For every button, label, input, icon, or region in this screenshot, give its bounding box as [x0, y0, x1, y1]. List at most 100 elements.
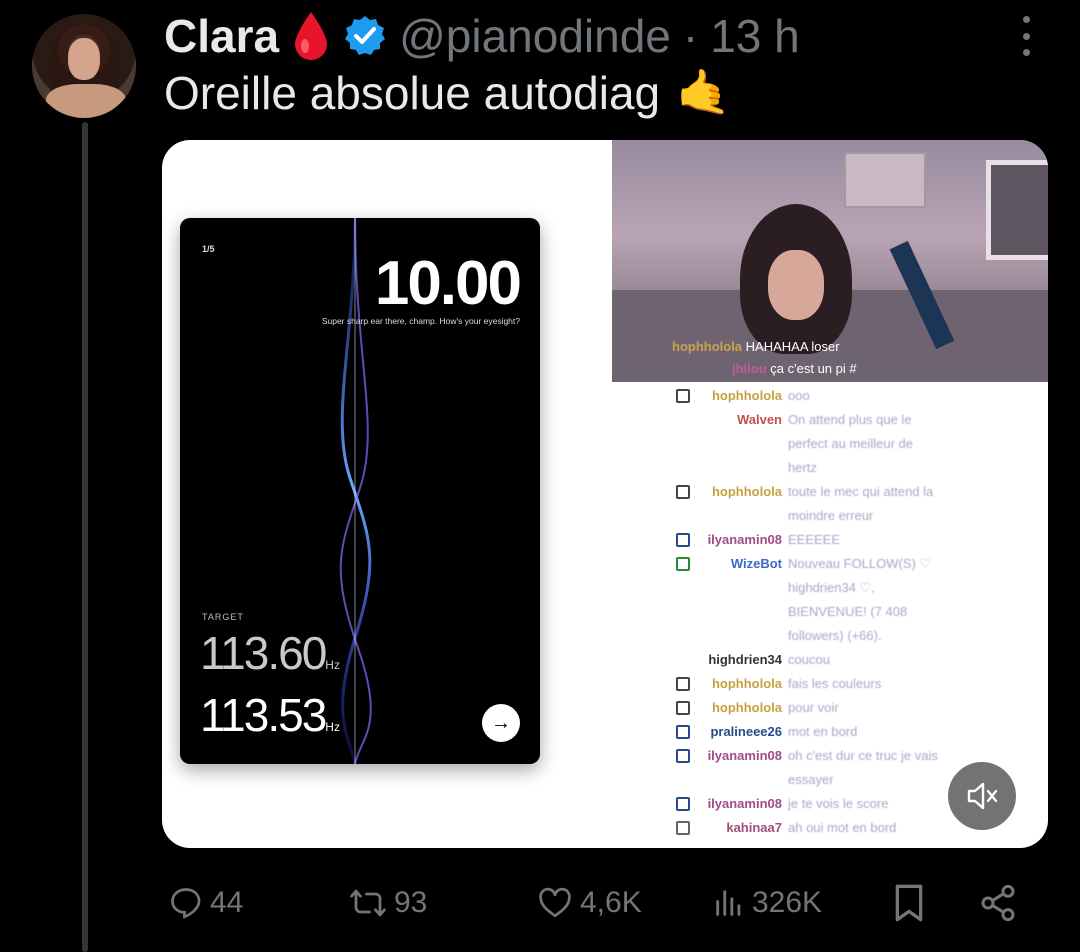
retweet-button[interactable]: 93	[348, 872, 427, 934]
chat-badge-icon	[676, 389, 690, 403]
tweet-text: Oreille absolue autodiag 🤙	[164, 66, 731, 120]
wall-frame	[844, 152, 926, 208]
reply-count: 44	[210, 886, 244, 919]
chat-message: toute le mec qui attend la	[788, 484, 934, 499]
chat-row: ilyanamin08 EEEEEE	[612, 528, 1048, 552]
chat-username[interactable]: hophholola	[712, 480, 782, 504]
score-blurb: Super sharp ear there, champ. How's your…	[321, 316, 520, 326]
streamer-face	[768, 250, 824, 320]
mirror	[986, 160, 1048, 260]
chat-message: hertz	[788, 460, 817, 475]
chat-message: je te vois le score	[788, 796, 889, 811]
chat-row: moindre erreur	[612, 504, 1048, 528]
thread-line	[82, 122, 88, 952]
verified-badge-icon[interactable]	[343, 14, 387, 58]
chat-badge-icon	[676, 701, 690, 715]
chat-message: oh c'est dur ce truc je vais	[788, 748, 938, 763]
chat-message: coucou	[788, 652, 830, 667]
chat-row: perfect au meilleur de	[612, 432, 1048, 456]
chat-username[interactable]: hophholola	[712, 384, 782, 408]
view-count: 326K	[752, 886, 823, 919]
answer-number: 113.53	[200, 689, 327, 741]
chat-message: perfect au meilleur de	[788, 436, 914, 451]
more-dot	[1022, 49, 1030, 56]
webcam-overlay: hophholola HAHAHAA loser jhilou ça c'est…	[612, 140, 1048, 382]
chat-message: fais les couleurs	[788, 676, 882, 691]
reply-icon	[171, 888, 201, 919]
overlay-chat-user: jhilou	[732, 361, 767, 376]
target-unit: Hz	[325, 658, 340, 672]
like-button[interactable]: 4,6K	[536, 872, 642, 934]
overlay-chat-message: HAHAHAA loser	[745, 339, 840, 354]
question-counter: 1/5	[202, 244, 215, 254]
chat-badge-icon	[676, 677, 690, 691]
chat-message: BIENVENUE! (7 408	[788, 604, 908, 619]
chat-row: hophholola toute le mec qui attend la	[612, 480, 1048, 504]
views-button[interactable]: 326K	[712, 872, 822, 934]
tweet-time[interactable]: 13 h	[710, 9, 800, 63]
overlay-chat: hophholola HAHAHAA loser jhilou ça c'est…	[672, 336, 857, 380]
more-options-icon[interactable]	[1014, 16, 1038, 56]
answer-frequency: 113.53Hz	[200, 688, 340, 742]
chat-username[interactable]: ilyanamin08	[708, 792, 782, 816]
chat-username[interactable]: pralineee26	[710, 720, 782, 744]
answer-unit: Hz	[325, 720, 340, 734]
views-chart-icon	[716, 890, 741, 916]
chat-row: hertz	[612, 456, 1048, 480]
chat-row: hophholola pour voir	[612, 696, 1048, 720]
chat-username[interactable]: hophholola	[712, 672, 782, 696]
chat-username[interactable]: Walven	[737, 408, 782, 432]
chat-row: WizeBot Nouveau FOLLOW(S) ♡	[612, 552, 1048, 576]
chat-username[interactable]: ilyanamin08	[708, 528, 782, 552]
call-me-hand-emoji: 🤙	[676, 68, 731, 117]
chat-message: ah oui mot en bord	[788, 820, 897, 835]
author-name[interactable]: Clara	[164, 9, 279, 63]
chat-row: highdrien34 coucou	[612, 648, 1048, 672]
chat-username[interactable]: highdrien34	[708, 648, 782, 672]
avatar[interactable]	[32, 14, 136, 118]
chat-message: followers) (+66).	[788, 628, 882, 643]
tweet-media[interactable]: 1/5 10.00 Super sharp ear there, champ. …	[162, 140, 1048, 848]
author-handle[interactable]: @pianodinde	[399, 9, 671, 63]
more-dot	[1022, 32, 1030, 40]
chat-message: moindre erreur	[788, 508, 874, 523]
next-arrow-button: →	[482, 704, 520, 742]
chat-row: pralineee26 mot en bord	[612, 720, 1048, 744]
chat-message: EEEEEE	[788, 532, 841, 547]
reply-button[interactable]: 44	[168, 872, 243, 934]
separator-dot: ·	[682, 10, 699, 62]
like-count: 4,6K	[580, 886, 642, 919]
overlay-chat-row: jhilou ça c'est un pi #	[672, 358, 857, 380]
chat-username[interactable]: WizeBot	[731, 552, 782, 576]
chat-message: On attend plus que le	[788, 412, 912, 427]
tweet-header: Clara @pianodinde · 13 h	[164, 8, 800, 64]
chat-badge-icon	[676, 821, 690, 835]
bookmark-button[interactable]	[892, 872, 926, 934]
score-value: 10.00	[374, 249, 522, 318]
chat-message: mot en bord	[788, 724, 858, 739]
chat-badge-icon	[676, 797, 690, 811]
chat-badge-icon	[676, 749, 690, 763]
chat-message: highdrien34 ♡,	[788, 580, 875, 595]
target-label: TARGET	[202, 612, 244, 622]
chat-row: Walven On attend plus que le	[612, 408, 1048, 432]
phone-screenshot: 1/5 10.00 Super sharp ear there, champ. …	[180, 218, 540, 764]
chat-badge-icon	[676, 485, 690, 499]
chat-badge-icon	[676, 557, 690, 571]
chat-message: essayer	[788, 772, 834, 787]
chat-row: hophholola ooo	[612, 384, 1048, 408]
chat-username[interactable]: kahinaa7	[726, 816, 782, 840]
chat-username[interactable]: hophholola	[712, 696, 782, 720]
bookmark-icon	[895, 884, 923, 922]
chat-message: ooo	[788, 388, 810, 403]
chat-username[interactable]: ilyanamin08	[708, 744, 782, 768]
mute-button[interactable]	[948, 762, 1016, 830]
blood-drop-icon	[295, 12, 328, 60]
chat-badge-icon	[676, 725, 690, 739]
target-frequency: 113.60Hz	[200, 626, 340, 680]
share-button[interactable]	[978, 872, 1018, 934]
chat-row: highdrien34 ♡,	[612, 576, 1048, 600]
avatar-shoulder	[46, 84, 126, 118]
chat-badge-icon	[676, 533, 690, 547]
overlay-chat-row: hophholola HAHAHAA loser	[672, 336, 857, 358]
